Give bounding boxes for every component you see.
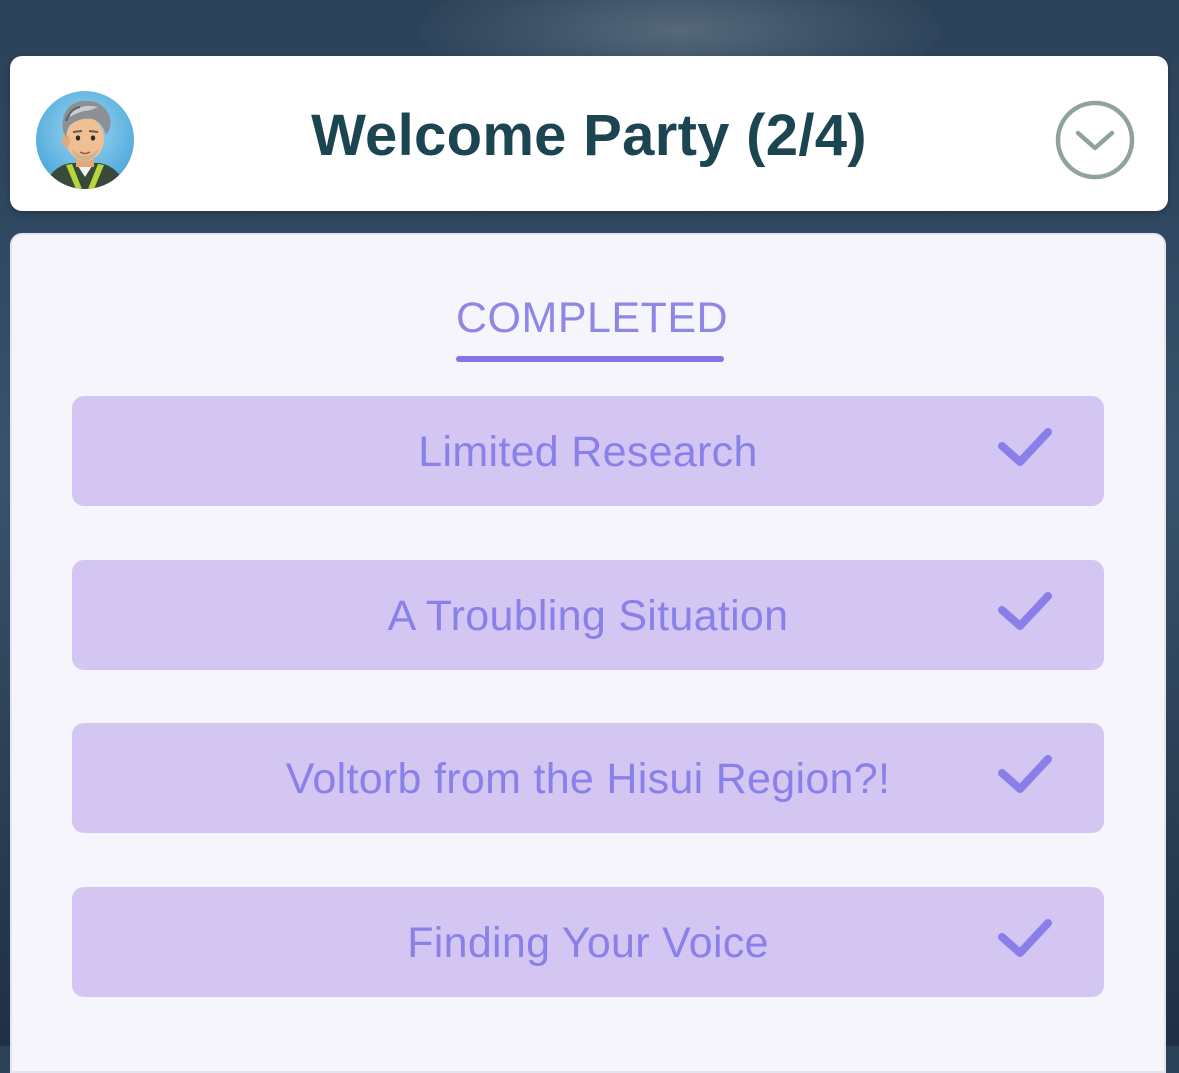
task-label: A Troubling Situation xyxy=(387,592,789,640)
chevron-down-circle-icon xyxy=(1055,100,1135,180)
task-row-limited-research[interactable]: Limited Research xyxy=(72,396,1104,506)
tab-completed-label: COMPLETED xyxy=(456,294,729,342)
professor-avatar xyxy=(36,91,134,189)
checkmark-icon xyxy=(998,592,1052,630)
quest-title: Welcome Party (2/4) xyxy=(311,103,867,168)
task-row-finding-your-voice[interactable]: Finding Your Voice xyxy=(72,887,1104,997)
tab-active-indicator xyxy=(456,356,724,362)
checkmark-icon xyxy=(998,919,1052,957)
quest-panel: COMPLETED Limited Research A Troubling S… xyxy=(10,233,1166,1073)
task-label: Finding Your Voice xyxy=(407,919,769,967)
tab-completed[interactable]: COMPLETED xyxy=(456,290,729,362)
avatar-portrait xyxy=(44,100,126,189)
checkmark-icon xyxy=(998,755,1052,793)
task-row-voltorb-hisui[interactable]: Voltorb from the Hisui Region?! xyxy=(72,723,1104,833)
quest-header: Welcome Party (2/4) xyxy=(10,56,1168,211)
task-label: Voltorb from the Hisui Region?! xyxy=(285,755,891,803)
collapse-button[interactable] xyxy=(1055,100,1135,180)
task-label: Limited Research xyxy=(418,428,758,476)
checkmark-icon xyxy=(998,428,1052,466)
task-row-a-troubling-situation[interactable]: A Troubling Situation xyxy=(72,560,1104,670)
